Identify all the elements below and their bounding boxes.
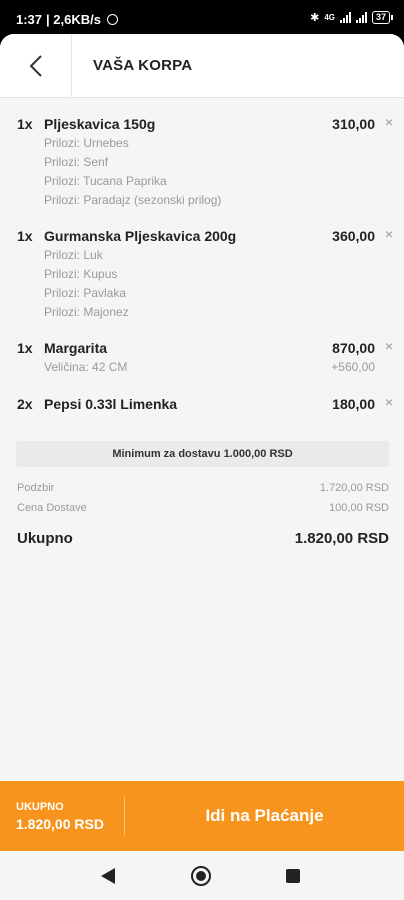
subtotal-row: Podzbir 1.720,00 RSD	[17, 482, 389, 494]
item-addon: Veličina: 42 CM	[44, 360, 128, 374]
item-addon: Prilozi: Majonez	[44, 305, 129, 319]
subtotal-label: Podzbir	[17, 482, 55, 494]
item-addon: Prilozi: Kupus	[44, 267, 118, 281]
delivery-label: Cena Dostave	[17, 502, 87, 514]
item-addon: Prilozi: Tucana Paprika	[44, 174, 167, 188]
item-addon: Prilozi: Urnebes	[44, 136, 129, 150]
item-name: Pljeskavica 150g	[44, 116, 156, 132]
item-price: 310,00	[332, 116, 375, 132]
item-addon: Prilozi: Pavlaka	[44, 286, 127, 300]
status-left: 1:37 | 2,6KB/s	[16, 12, 118, 27]
checkout-footer: UKUPNO 1.820,00 RSD Idi na Plaćanje	[0, 781, 404, 851]
nav-home-icon[interactable]	[191, 866, 211, 886]
status-bar: 1:37 | 2,6KB/s ✱ 4G 37	[0, 0, 404, 36]
item-quantity: 1x	[17, 116, 33, 132]
remove-item-icon[interactable]: ×	[385, 338, 393, 354]
total-row: Ukupno 1.820,00 RSD	[17, 530, 389, 547]
nav-recents-icon[interactable]	[286, 869, 300, 883]
system-nav-bar	[0, 852, 404, 900]
delivery-row: Cena Dostave 100,00 RSD	[17, 502, 389, 514]
total-label: Ukupno	[17, 530, 73, 547]
page-title: VAŠA KORPA	[93, 57, 193, 74]
status-time: 1:37	[16, 12, 43, 27]
signal-icon	[339, 12, 351, 23]
alarm-icon	[106, 14, 118, 25]
footer-total-value: 1.820,00 RSD	[16, 816, 104, 832]
header: VAŠA KORPA	[0, 34, 404, 98]
delivery-value: 100,00 RSD	[329, 502, 389, 514]
bluetooth-icon: ✱	[310, 12, 320, 24]
item-name: Margarita	[44, 340, 108, 356]
item-price: 870,00	[332, 340, 375, 356]
chevron-left-icon	[29, 55, 42, 77]
footer-total-label: UKUPNO	[16, 801, 64, 813]
network-type: 4G	[324, 13, 335, 22]
subtotal-value: 1.720,00 RSD	[319, 482, 389, 494]
signal-icon-2	[355, 12, 367, 23]
battery-icon: 37	[371, 11, 394, 24]
item-name: Gurmanska Pljeskavica 200g	[44, 228, 237, 244]
item-price: 180,00	[332, 396, 375, 412]
remove-item-icon[interactable]: ×	[385, 114, 393, 130]
cart-screen: VAŠA KORPA 1x Pljeskavica 150g 310,00 × Pril…	[0, 34, 404, 852]
minimum-order-notice: Minimum za dostavu 1.000,00 RSD	[16, 441, 389, 467]
remove-item-icon[interactable]: ×	[385, 394, 393, 410]
item-quantity: 1x	[17, 340, 33, 356]
item-addon-price: +560,00	[331, 360, 375, 374]
item-addon: Prilozi: Paradajz (sezonski prilog)	[44, 193, 222, 207]
total-value: 1.820,00 RSD	[294, 530, 389, 547]
remove-item-icon[interactable]: ×	[385, 226, 393, 242]
checkout-button[interactable]: Idi na Plaćanje	[125, 781, 404, 851]
item-addon: Prilozi: Luk	[44, 248, 103, 262]
item-addon: Prilozi: Senf	[44, 155, 109, 169]
item-quantity: 1x	[17, 228, 33, 244]
nav-back-icon[interactable]	[101, 868, 115, 884]
back-button[interactable]	[0, 34, 72, 98]
item-price: 360,00	[332, 228, 375, 244]
item-name: Pepsi 0.33l Limenka	[44, 396, 178, 412]
item-quantity: 2x	[17, 396, 33, 412]
network-speed: | 2,6KB/s	[46, 12, 101, 27]
status-right: ✱ 4G 37	[310, 11, 394, 24]
